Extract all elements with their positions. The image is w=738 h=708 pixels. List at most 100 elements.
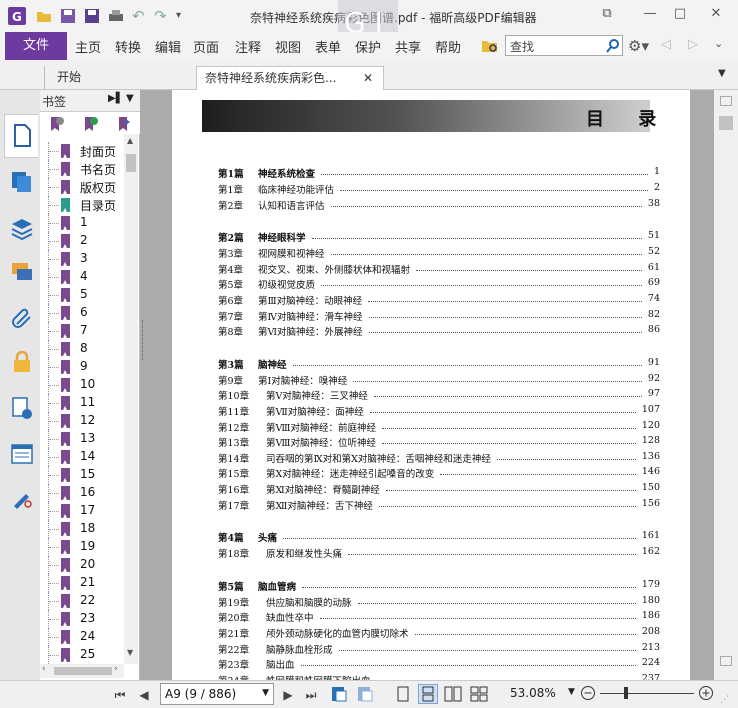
bookmark-item[interactable]: 23: [48, 610, 124, 628]
bookmark-item[interactable]: 12: [48, 412, 124, 430]
toc-chapter-entry[interactable]: 第8章 第Ⅵ对脑神经：外展神经 86: [218, 324, 660, 338]
bookmark-item[interactable]: 3: [48, 250, 124, 268]
previous-view-icon[interactable]: [330, 685, 348, 706]
search-icon[interactable]: [605, 38, 621, 54]
menu-share[interactable]: 共享: [395, 37, 421, 56]
menu-convert[interactable]: 转换: [115, 37, 141, 56]
collapse-ribbon-icon[interactable]: ⌄: [714, 37, 723, 50]
splitter-grip[interactable]: [142, 320, 145, 360]
customize-toolbar-icon[interactable]: ▾: [176, 8, 192, 24]
bookmark-item[interactable]: 17: [48, 502, 124, 520]
bookmark-item[interactable]: 书名页: [48, 160, 124, 178]
zoom-slider[interactable]: [600, 687, 694, 699]
previous-page-icon[interactable]: ◀: [136, 687, 152, 703]
toc-chapter-entry[interactable]: 第1章 临床神经功能评估 2: [218, 182, 660, 196]
restore-layout-button[interactable]: ⧉: [597, 6, 617, 24]
bookmark-item[interactable]: 封面页: [48, 142, 124, 160]
toc-chapter-entry[interactable]: 第10章 第Ⅴ对脑神经：三叉神经 97: [218, 388, 660, 402]
toc-chapter-entry[interactable]: 第14章 司吞咽的第Ⅸ对和第Ⅹ对脑神经：舌咽神经和迷走神经 136: [218, 451, 660, 465]
tab-close-icon[interactable]: ✕: [363, 67, 373, 89]
bookmark-item[interactable]: 2: [48, 232, 124, 250]
find-folder-icon[interactable]: [481, 38, 499, 54]
toc-part-entry[interactable]: 第5篇 脑血管病 179: [218, 579, 660, 593]
document-properties-icon[interactable]: [10, 396, 34, 423]
page-field-dropdown-icon[interactable]: ▼: [262, 688, 269, 698]
bookmarks-horizontal-scrollbar[interactable]: ‹ ›: [40, 664, 124, 678]
toc-chapter-entry[interactable]: 第17章 第Ⅻ对脑神经：舌下神经 156: [218, 498, 660, 512]
continuous-facing-view-icon[interactable]: [470, 686, 488, 705]
toc-part-entry[interactable]: 第2篇 神经眼科学 51: [218, 230, 660, 244]
delete-bookmark-icon[interactable]: [48, 116, 64, 135]
bookmarks-panel-tab[interactable]: [4, 114, 38, 158]
nav-back-icon[interactable]: ◁: [661, 37, 671, 52]
single-page-view-icon[interactable]: [396, 686, 410, 705]
form-fields-panel-icon[interactable]: [10, 442, 34, 469]
open-folder-icon[interactable]: [36, 8, 52, 24]
bookmark-item[interactable]: 目录页: [48, 196, 124, 214]
bookmark-item[interactable]: 20: [48, 556, 124, 574]
undo-icon[interactable]: ↶: [132, 8, 148, 24]
bookmark-item[interactable]: 19: [48, 538, 124, 556]
pages-panel-icon[interactable]: [10, 170, 34, 197]
bookmark-item[interactable]: 10: [48, 376, 124, 394]
bookmark-item[interactable]: 1: [48, 214, 124, 232]
scroll-left-icon[interactable]: ‹: [42, 664, 46, 674]
toc-chapter-entry[interactable]: 第21章 颅外颈动脉硬化的血管内膜切除术 208: [218, 626, 660, 640]
toc-chapter-entry[interactable]: 第9章 第Ⅰ对脑神经：嗅神经 92: [218, 373, 660, 387]
zoom-in-icon[interactable]: [698, 685, 714, 704]
resize-grip-icon[interactable]: ⋰: [720, 695, 732, 705]
next-view-icon[interactable]: [356, 685, 374, 706]
bookmark-item[interactable]: 9: [48, 358, 124, 376]
last-page-icon[interactable]: ⏭: [303, 687, 319, 703]
toc-chapter-entry[interactable]: 第4章 视交叉、视束、外侧膝状体和视辐射 61: [218, 262, 660, 276]
bookmark-item[interactable]: 24: [48, 628, 124, 646]
toc-chapter-entry[interactable]: 第3章 视网膜和视神经 52: [218, 246, 660, 260]
bookmark-item[interactable]: 7: [48, 322, 124, 340]
toc-chapter-entry[interactable]: 第13章 第Ⅷ对脑神经：位听神经 128: [218, 435, 660, 449]
menu-page[interactable]: 页面: [193, 37, 219, 56]
bookmark-item[interactable]: 14: [48, 448, 124, 466]
menu-view[interactable]: 视图: [275, 37, 301, 56]
bookmark-item[interactable]: 21: [48, 574, 124, 592]
redo-icon[interactable]: ↷: [154, 8, 170, 24]
toc-chapter-entry[interactable]: 第22章 脑静脉血栓形成 213: [218, 642, 660, 656]
attachments-panel-icon[interactable]: [10, 304, 34, 331]
settings-gear-icon[interactable]: ⚙▾: [628, 37, 654, 55]
toc-part-entry[interactable]: 第1篇 神经系统检查 1: [218, 166, 660, 180]
panel-expand-icon[interactable]: ▶▌: [108, 93, 123, 104]
file-menu-button[interactable]: 文件: [5, 32, 67, 60]
save-icon[interactable]: [60, 8, 76, 24]
toc-chapter-entry[interactable]: 第20章 缺血性卒中 186: [218, 610, 660, 624]
scroll-right-icon[interactable]: ›: [114, 664, 118, 674]
continuous-view-icon[interactable]: [418, 684, 438, 704]
zoom-out-icon[interactable]: [580, 685, 596, 704]
zoom-level[interactable]: 53.08%: [510, 686, 556, 700]
bookmark-item[interactable]: 6: [48, 304, 124, 322]
next-page-icon[interactable]: ▶: [280, 687, 296, 703]
tab-list-dropdown-icon[interactable]: ▼: [718, 68, 726, 79]
print-icon[interactable]: [108, 8, 124, 24]
scroll-down-icon[interactable]: ▼: [127, 648, 133, 657]
security-lock-icon[interactable]: [10, 350, 34, 377]
bookmark-item[interactable]: 13: [48, 430, 124, 448]
tab-document[interactable]: 奈特神经系统疾病彩色... ✕: [196, 66, 384, 90]
toc-chapter-entry[interactable]: 第11章 第Ⅶ对脑神经：面神经 107: [218, 404, 660, 418]
add-bookmark-icon[interactable]: [82, 116, 98, 135]
tab-start[interactable]: 开始: [44, 66, 194, 90]
nav-forward-icon[interactable]: ▷: [688, 37, 698, 52]
bookmark-item[interactable]: 11: [48, 394, 124, 412]
toc-chapter-entry[interactable]: 第24章 蛛网膜和蛛网膜下腔出血 237: [218, 673, 660, 680]
menu-protect[interactable]: 保护: [355, 37, 381, 56]
toc-chapter-entry[interactable]: 第23章 脑出血 224: [218, 657, 660, 671]
bookmark-item[interactable]: 15: [48, 466, 124, 484]
toc-chapter-entry[interactable]: 第5章 初级视觉皮质 69: [218, 277, 660, 291]
panel-dropdown-icon[interactable]: ▼: [126, 93, 134, 104]
go-to-bookmark-icon[interactable]: [116, 116, 132, 135]
toc-chapter-entry[interactable]: 第19章 供应脑和脑膜的动脉 180: [218, 595, 660, 609]
document-scroll-thumb[interactable]: [719, 116, 733, 130]
toc-chapter-entry[interactable]: 第7章 第Ⅳ对脑神经：滑车神经 82: [218, 309, 660, 323]
bookmark-item[interactable]: 5: [48, 286, 124, 304]
bookmarks-hscroll-thumb[interactable]: [54, 667, 112, 675]
menu-form[interactable]: 表单: [315, 37, 341, 56]
comments-panel-icon[interactable]: [10, 260, 34, 287]
